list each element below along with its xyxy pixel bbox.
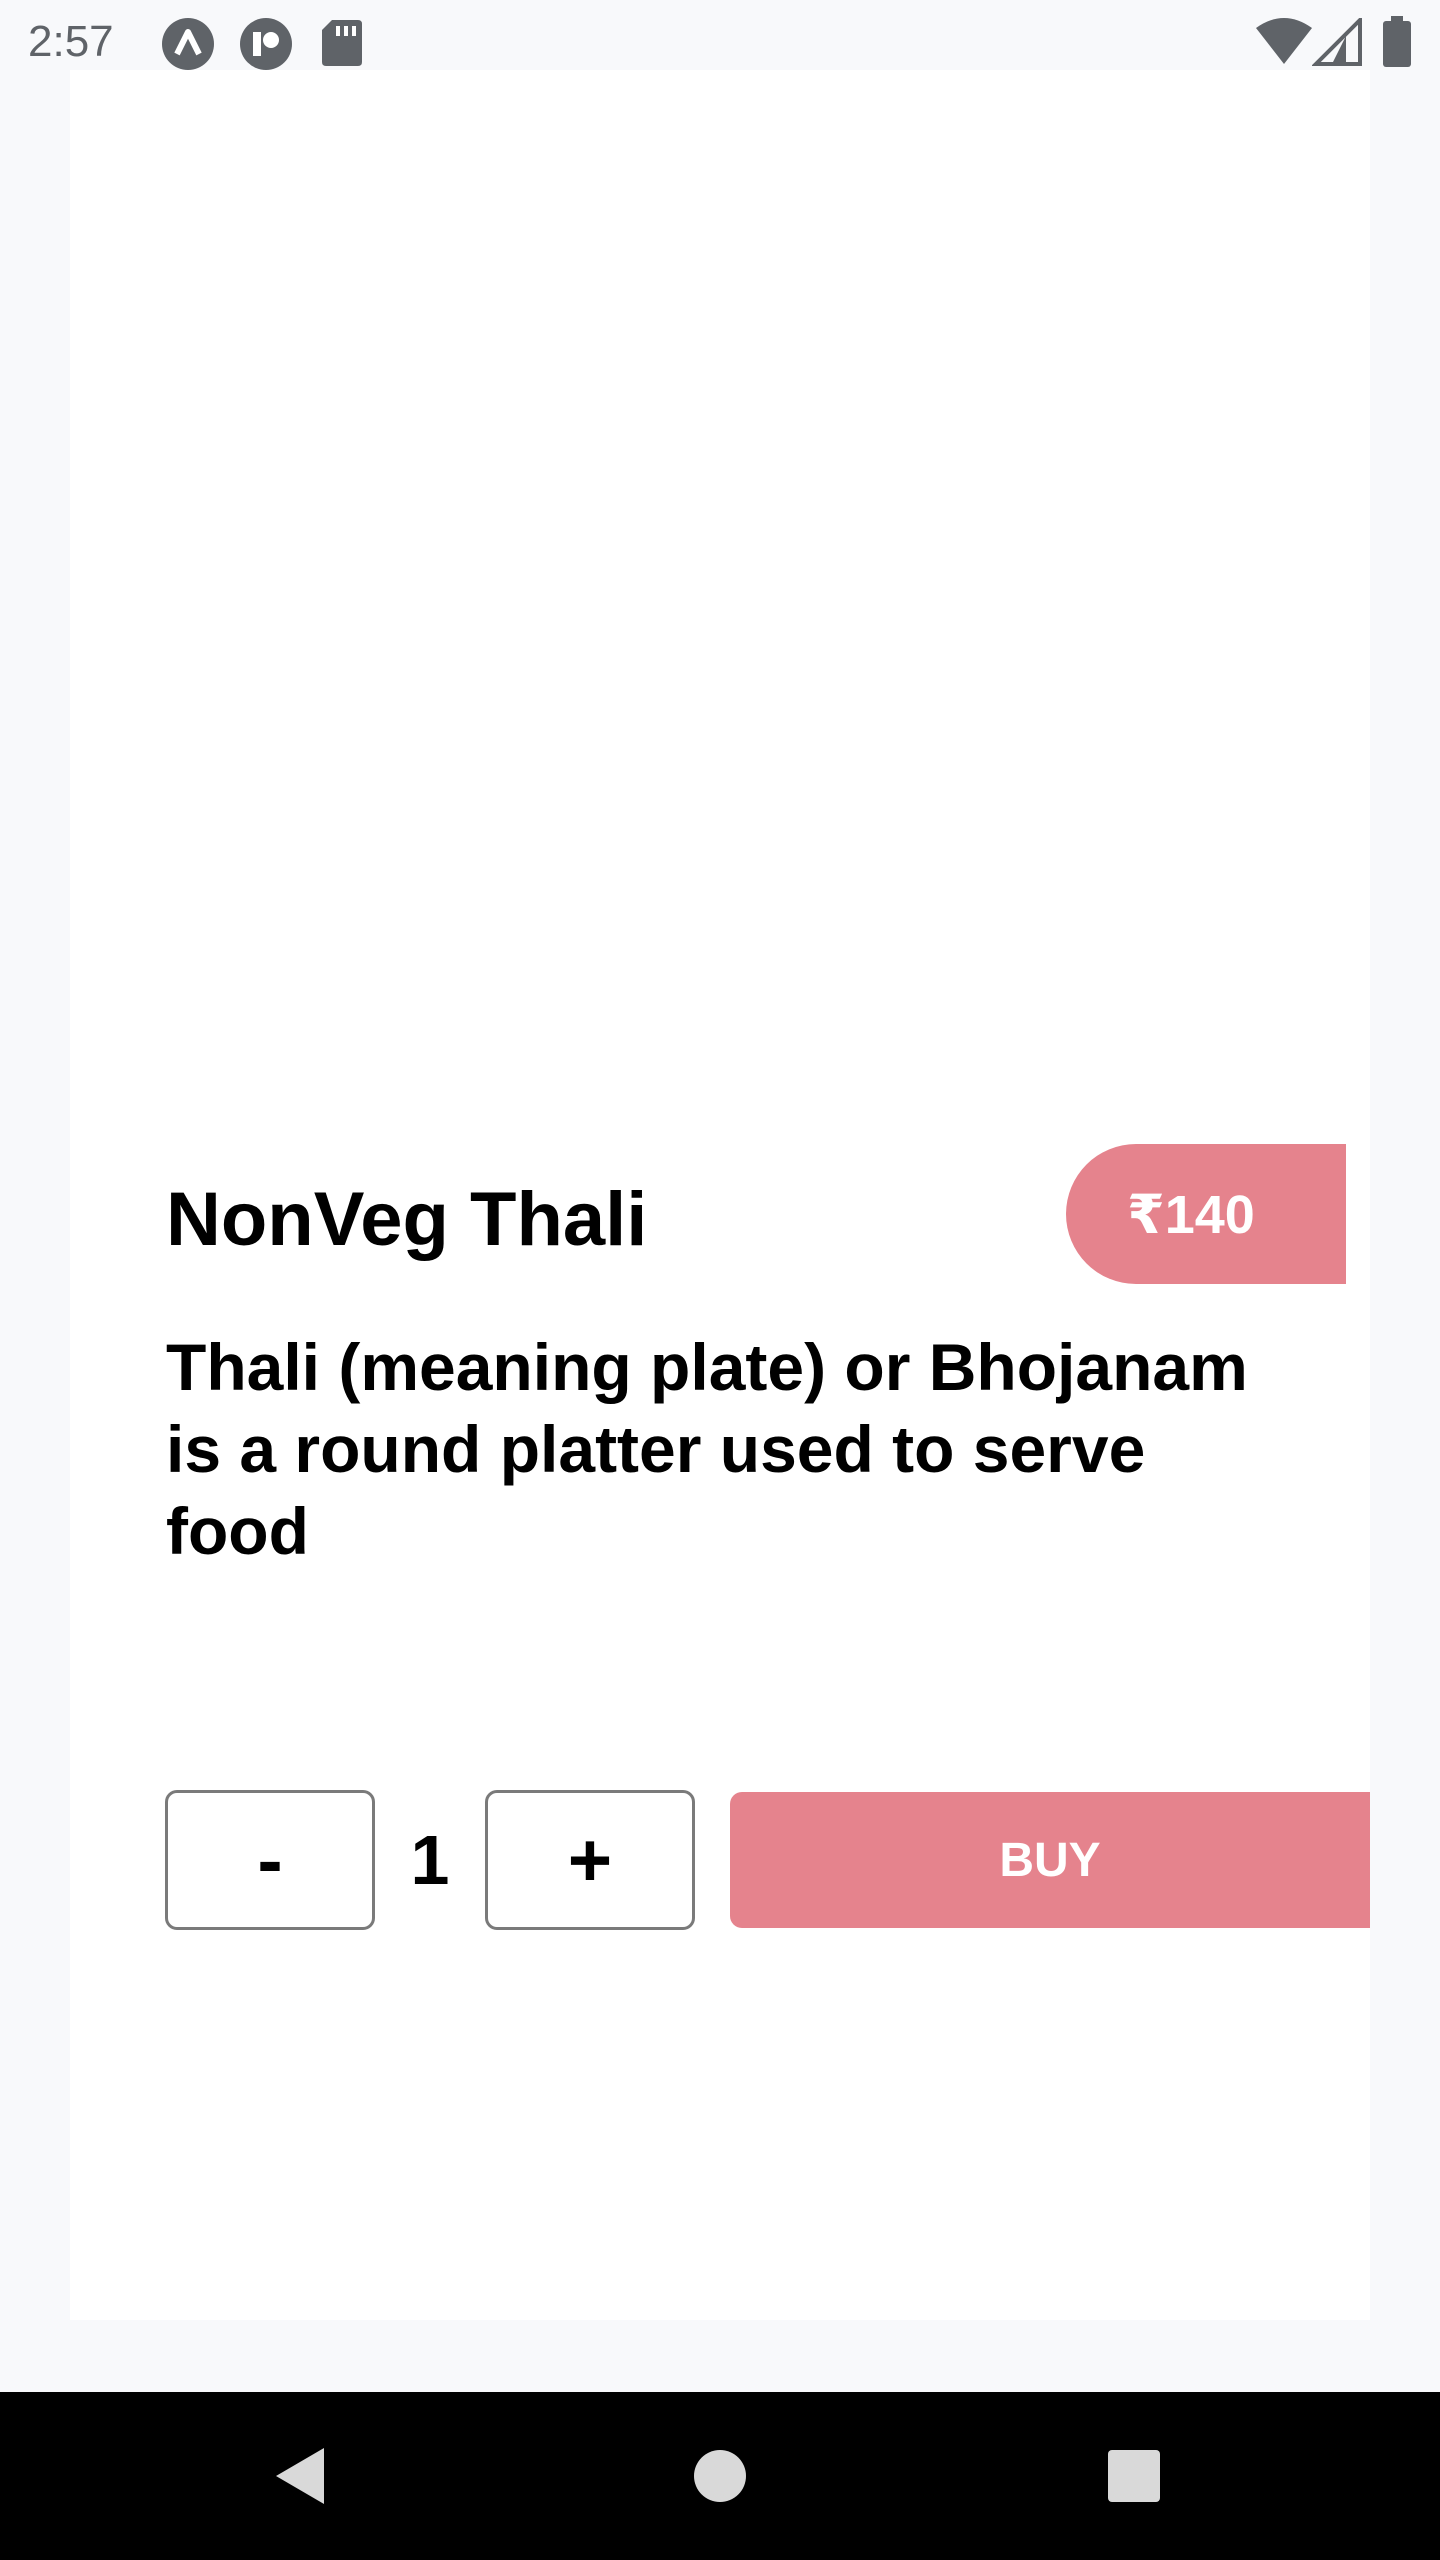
product-title: NonVeg Thali [166,1177,648,1262]
status-time: 2:57 [28,17,114,66]
wifi-icon [1254,18,1314,71]
price-badge: ₹140 [1066,1144,1346,1284]
quantity-value: 1 [410,1821,450,1899]
decrement-button[interactable]: - [165,1790,375,1930]
home-icon [694,2450,746,2502]
arrow-notification-icon [160,16,216,77]
product-description: Thali (meaning plate) or Bhojanam is a r… [166,1330,1248,1568]
buy-button[interactable]: BUY [730,1792,1370,1928]
battery-icon [1382,16,1412,73]
app-notification-icon [238,16,294,77]
back-icon [276,2448,324,2504]
home-button[interactable] [680,2436,760,2516]
increment-button[interactable]: + [485,1790,695,1930]
recents-button[interactable] [1094,2436,1174,2516]
sd-card-icon [320,16,364,73]
back-button[interactable] [260,2436,340,2516]
cell-signal-icon [1311,15,1362,71]
navigation-bar [0,2392,1440,2560]
recents-icon [1108,2450,1160,2502]
